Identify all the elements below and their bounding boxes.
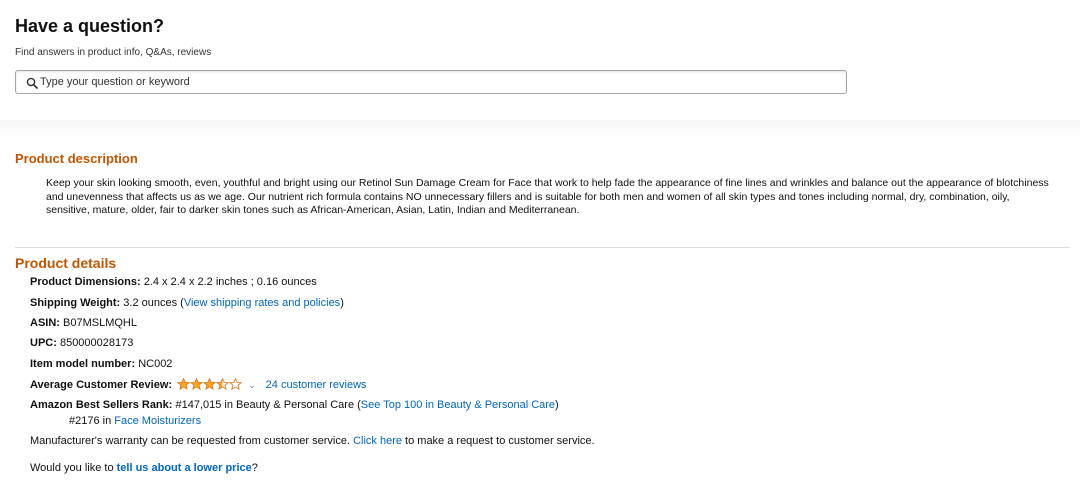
weight-value: 3.2 ounces ( bbox=[123, 297, 184, 309]
rank-value: #147,015 in Beauty & Personal Care ( bbox=[175, 399, 361, 411]
top-100-link[interactable]: See Top 100 in Beauty & Personal Care bbox=[361, 399, 555, 411]
model-number-row: Item model number: NC002 bbox=[30, 358, 172, 370]
average-review-row: Average Customer Review: ⌄ 24 customer re… bbox=[30, 377, 367, 393]
asin-label: ASIN: bbox=[30, 317, 60, 329]
lower-price-text: Would you like to bbox=[30, 462, 114, 474]
subrank-value: #2176 in bbox=[69, 415, 112, 427]
question-title: Have a question? bbox=[15, 16, 165, 36]
product-description-text: Keep your skin looking smooth, even, you… bbox=[46, 177, 1049, 216]
star-icon bbox=[202, 377, 217, 391]
shipping-rates-link[interactable]: View shipping rates and policies bbox=[184, 297, 340, 309]
divider-line bbox=[15, 247, 1070, 248]
upc-row: UPC: 850000028173 bbox=[30, 337, 133, 349]
lower-price-row: Would you like to tell us about a lower … bbox=[30, 462, 258, 474]
sub-rank-row: #2176 in Face Moisturizers bbox=[69, 415, 201, 427]
warranty-text-2: to make a request to customer service. bbox=[405, 435, 595, 447]
asin-row: ASIN: B07MSLMQHL bbox=[30, 317, 137, 329]
best-sellers-rank-row: Amazon Best Sellers Rank: #147,015 in Be… bbox=[30, 399, 559, 411]
question-subtitle: Find answers in product info, Q&As, revi… bbox=[15, 47, 212, 58]
weight-close: ) bbox=[340, 297, 344, 309]
dimensions-label: Product Dimensions: bbox=[30, 276, 141, 288]
warranty-text: Manufacturer's warranty can be requested… bbox=[30, 435, 351, 447]
star-icon bbox=[176, 377, 191, 391]
lower-price-link[interactable]: tell us about a lower price bbox=[117, 462, 252, 474]
warranty-row: Manufacturer's warranty can be requested… bbox=[30, 435, 595, 447]
upc-label: UPC: bbox=[30, 337, 57, 349]
weight-label: Shipping Weight: bbox=[30, 297, 121, 309]
section-divider bbox=[0, 120, 1080, 140]
dimensions-value: 2.4 x 2.4 x 2.2 inches ; 0.16 ounces bbox=[143, 276, 317, 288]
question-search-box[interactable] bbox=[15, 70, 847, 94]
review-label: Average Customer Review: bbox=[30, 379, 173, 391]
shipping-weight-row: Shipping Weight: 3.2 ounces (View shippi… bbox=[30, 297, 344, 309]
face-moisturizers-link[interactable]: Face Moisturizers bbox=[114, 415, 201, 427]
click-here-link[interactable]: Click here bbox=[353, 435, 402, 447]
star-rating[interactable] bbox=[176, 377, 243, 393]
asin-value: B07MSLMQHL bbox=[63, 317, 137, 329]
product-description-title: Product description bbox=[15, 151, 138, 166]
star-icon bbox=[189, 377, 204, 391]
rank-label: Amazon Best Sellers Rank: bbox=[30, 399, 173, 411]
product-details-title: Product details bbox=[15, 255, 117, 271]
upc-value: 850000028173 bbox=[59, 337, 134, 349]
star-icon bbox=[215, 377, 230, 391]
star-icon bbox=[228, 377, 243, 391]
customer-reviews-link[interactable]: 24 customer reviews bbox=[266, 379, 367, 391]
model-value: NC002 bbox=[138, 358, 173, 370]
chevron-down-icon[interactable]: ⌄ bbox=[248, 380, 256, 391]
lower-price-end: ? bbox=[251, 462, 258, 474]
product-dimensions-row: Product Dimensions: 2.4 x 2.4 x 2.2 inch… bbox=[30, 276, 317, 288]
question-search-input[interactable] bbox=[40, 73, 830, 91]
model-label: Item model number: bbox=[30, 358, 136, 370]
rank-close: ) bbox=[555, 399, 559, 411]
search-icon bbox=[26, 77, 38, 89]
